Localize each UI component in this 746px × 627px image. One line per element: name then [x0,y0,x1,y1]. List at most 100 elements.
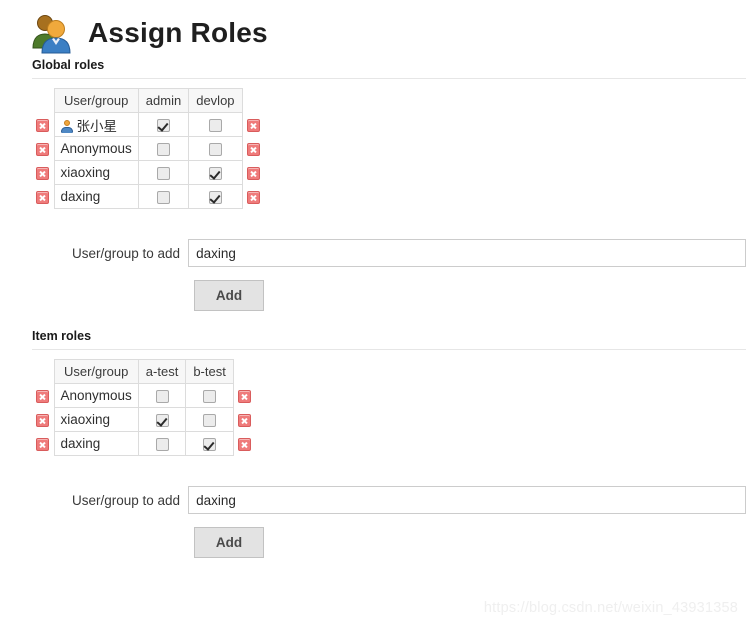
usergroup-name-cell: Anonymous [53,383,139,408]
usergroup-name: xiaoxing [60,165,111,180]
table-header-row: User/group admin devlop [32,88,264,113]
role-cell-a-test [137,383,187,408]
delete-row-icon[interactable] [238,438,252,452]
header-gutter-left [32,89,54,113]
delete-row-icon[interactable] [246,119,260,133]
delete-row-icon[interactable] [36,191,50,205]
row-delete-right-cell [242,161,264,185]
row-delete-left-cell [32,384,54,408]
usergroup-name-cell: xiaoxing [53,160,139,185]
global-roles-table-wrap: User/group admin devlop 张小星 Anonymous xi… [32,88,746,209]
role-checkbox-b-test[interactable] [203,438,217,452]
row-delete-left-cell [32,113,54,137]
delete-row-icon[interactable] [246,167,260,181]
delete-row-icon[interactable] [246,143,260,157]
delete-row-icon[interactable] [238,414,252,428]
role-checkbox-admin[interactable] [157,167,170,181]
role-checkbox-devlop[interactable] [208,143,222,157]
item-roles-section: Item roles User/group a-test b-test Anon… [0,329,746,558]
role-checkbox-admin[interactable] [157,143,170,157]
role-cell-admin [137,112,190,137]
watermark-text: https://blog.csdn.net/weixin_43931358 [483,600,738,616]
role-cell-b-test [185,383,234,408]
role-checkbox-admin[interactable] [157,191,170,205]
role-cell-devlop [188,136,243,161]
global-roles-section: Global roles User/group admin devlop 张小星… [0,58,746,311]
role-checkbox-a-test[interactable] [155,414,169,428]
global-roles-table-head: User/group admin devlop [32,88,264,113]
table-row: daxing [32,431,255,456]
item-roles-table: User/group a-test b-test Anonymous xiaox… [32,359,255,456]
role-cell-devlop [188,112,243,137]
item-roles-title: Item roles [32,329,92,343]
role-checkbox-a-test[interactable] [155,438,169,452]
usergroup-name: Anonymous [60,388,132,403]
usergroup-name-cell: daxing [53,431,139,456]
column-header-usergroup: User/group [53,88,139,113]
role-cell-admin [137,136,190,161]
global-usergroup-input[interactable] [188,239,746,267]
item-roles-table-body: Anonymous xiaoxing daxing [32,383,255,456]
item-usergroup-input[interactable] [188,486,746,514]
column-header-admin: admin [137,88,190,113]
role-cell-b-test [185,431,234,456]
usergroup-name-cell: daxing [53,184,139,209]
people-icon [28,10,76,56]
role-checkbox-a-test[interactable] [155,390,169,404]
role-checkbox-admin[interactable] [157,119,170,133]
column-header-devlop: devlop [188,88,243,113]
row-delete-left-cell [32,432,54,456]
global-add-row: User/group to add [32,239,746,267]
column-header-a-test: a-test [137,359,187,384]
delete-row-icon[interactable] [36,143,50,157]
table-row: xiaoxing [32,407,255,432]
user-avatar-icon [60,119,73,133]
role-cell-admin [137,184,190,209]
item-add-row: User/group to add [32,486,746,514]
item-roles-table-head: User/group a-test b-test [32,359,255,384]
delete-row-icon[interactable] [36,167,50,181]
row-delete-right-cell [233,432,255,456]
usergroup-name-cell: xiaoxing [53,407,139,432]
row-delete-right-cell [233,408,255,432]
page-title: Assign Roles [88,17,268,48]
row-delete-left-cell [32,161,54,185]
row-delete-right-cell [242,113,264,137]
role-checkbox-devlop[interactable] [208,167,222,181]
global-roles-table: User/group admin devlop 张小星 Anonymous xi… [32,88,264,209]
role-checkbox-devlop[interactable] [208,191,222,205]
usergroup-name: 张小星 [76,118,118,134]
role-cell-b-test [185,407,234,432]
global-add-button-wrap: Add [32,280,746,311]
delete-row-icon[interactable] [36,390,50,404]
table-row: Anonymous [32,136,264,161]
delete-row-icon[interactable] [36,119,50,133]
row-delete-left-cell [32,185,54,209]
row-delete-right-cell [242,185,264,209]
table-row: daxing [32,184,264,209]
role-checkbox-b-test[interactable] [203,390,217,404]
role-checkbox-devlop[interactable] [208,119,222,133]
row-delete-left-cell [32,408,54,432]
column-header-b-test: b-test [185,359,234,384]
usergroup-name-cell: 张小星 [53,112,139,137]
header-gutter-right [233,360,255,384]
row-delete-left-cell [32,137,54,161]
role-cell-admin [137,160,190,185]
delete-row-icon[interactable] [246,191,260,205]
usergroup-name: daxing [60,436,101,451]
delete-row-icon[interactable] [36,414,50,428]
delete-row-icon[interactable] [238,390,252,404]
global-add-button[interactable]: Add [194,280,264,311]
usergroup-name: Anonymous [60,141,132,156]
table-row: Anonymous [32,383,255,408]
role-checkbox-b-test[interactable] [203,414,217,428]
role-cell-a-test [137,407,187,432]
delete-row-icon[interactable] [36,438,50,452]
usergroup-name-cell: Anonymous [53,136,139,161]
column-header-usergroup: User/group [53,359,139,384]
item-add-button[interactable]: Add [194,527,264,558]
table-header-row: User/group a-test b-test [32,359,255,384]
role-cell-a-test [137,431,187,456]
role-cell-devlop [188,160,243,185]
